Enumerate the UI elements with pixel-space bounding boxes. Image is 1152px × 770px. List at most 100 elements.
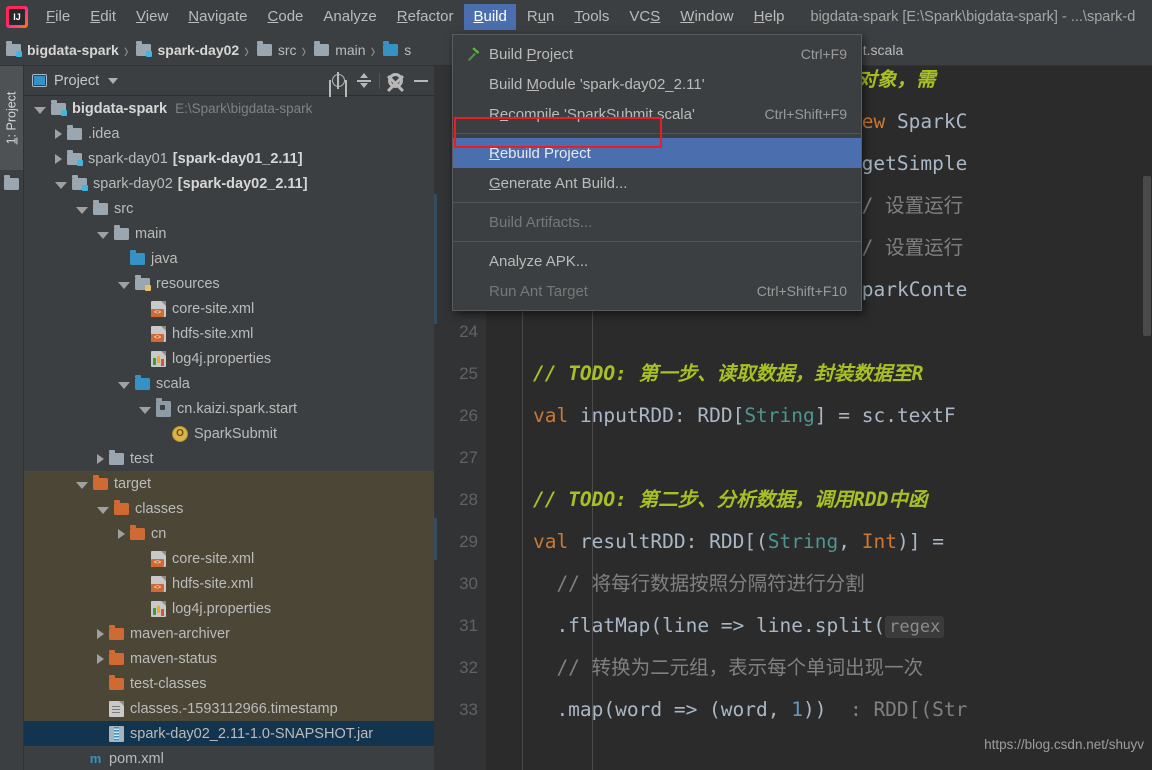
editor-scrollbar[interactable] <box>1141 66 1152 770</box>
collapse-arrow-icon[interactable] <box>97 453 104 464</box>
window-title: bigdata-spark [E:\Spark\bigdata-spark] -… <box>810 9 1136 25</box>
menu-analyze[interactable]: Analyze <box>314 4 385 30</box>
tree-node-bigdata-spark[interactable]: bigdata-spark E:\Spark\bigdata-spark <box>24 96 434 121</box>
line-number: 32 <box>459 658 478 677</box>
locate-target-icon[interactable] <box>325 66 351 95</box>
menu-item-analyze-apk[interactable]: Analyze APK... <box>453 246 861 276</box>
breadcrumb-separator-icon: › <box>244 37 249 62</box>
tree-node-classes[interactable]: classes <box>24 496 434 521</box>
breadcrumb-item-project[interactable]: bigdata-spark <box>0 40 122 58</box>
breadcrumb-separator-icon: › <box>301 37 307 62</box>
chevron-down-icon[interactable] <box>108 77 119 84</box>
menu-file[interactable]: File <box>37 4 79 30</box>
tree-node-core-site-xml[interactable]: core-site.xml <box>24 546 434 571</box>
tree-node-target[interactable]: target <box>24 471 434 496</box>
menu-item-shortcut: Ctrl+F9 <box>800 46 847 62</box>
tree-node-test-classes[interactable]: test-classes <box>24 671 434 696</box>
tree-node-spark-day01[interactable]: spark-day01 [spark-day01_2.11] <box>24 146 434 171</box>
code-line[interactable] <box>486 311 1152 353</box>
tree-node-resources[interactable]: resources <box>24 271 434 296</box>
project-tree[interactable]: bigdata-spark E:\Spark\bigdata-spark .idea… <box>24 96 434 770</box>
menu-code[interactable]: Code <box>259 4 313 30</box>
tree-node-hdfs-site-xml[interactable]: hdfs-site.xml <box>24 571 434 596</box>
tree-node-classes-1593112966-timestamp[interactable]: classes.-1593112966.timestamp <box>24 696 434 721</box>
tree-node-pom-xml[interactable]: m pom.xml <box>24 746 434 770</box>
collapse-arrow-icon[interactable] <box>97 653 104 664</box>
tree-node-log4j-properties[interactable]: log4j.properties <box>24 596 434 621</box>
code-line[interactable]: // TODO: 第一步、读取数据，封装数据至R <box>486 353 1152 395</box>
menu-build[interactable]: Build <box>464 4 516 30</box>
breadcrumb-item-src[interactable]: src <box>251 40 300 58</box>
gear-icon[interactable] <box>382 66 408 95</box>
tree-node-maven-status[interactable]: maven-status <box>24 646 434 671</box>
code-line[interactable]: // TODO: 第二步、分析数据，调用RDD中函 <box>486 479 1152 521</box>
tree-node-spark-day02[interactable]: spark-day02 [spark-day02_2.11] <box>24 171 434 196</box>
scrollbar-thumb[interactable] <box>1143 176 1151 336</box>
collapse-all-icon[interactable] <box>351 66 377 95</box>
code-line[interactable]: .flatMap(line => line.split(regex <box>486 605 1152 647</box>
expand-arrow-icon[interactable] <box>76 481 88 489</box>
collapse-arrow-icon[interactable] <box>118 528 125 539</box>
breadcrumb-label: main <box>335 41 366 58</box>
watermark-text: https://blog.csdn.net/shuyv <box>984 737 1144 752</box>
menu-item-build-module-spark-day02-2-11[interactable]: Build Module 'spark-day02_2.11' <box>453 69 861 99</box>
code-line[interactable]: val inputRDD: RDD[String] = sc.textF <box>486 395 1152 437</box>
expand-arrow-icon[interactable] <box>34 106 46 114</box>
menu-item-label: Analyze APK... <box>489 252 589 270</box>
breadcrumb-item-main[interactable]: main <box>308 40 368 58</box>
tree-node-log4j-properties[interactable]: log4j.properties <box>24 346 434 371</box>
menu-view[interactable]: View <box>127 4 177 30</box>
collapse-arrow-icon[interactable] <box>55 153 62 164</box>
code-line[interactable]: // 转换为二元组，表示每个单词出现一次 <box>486 647 1152 689</box>
tool-window-tab-project[interactable]: 1: Project <box>0 66 23 170</box>
code-token: String <box>767 530 839 553</box>
menu-tools[interactable]: Tools <box>565 4 618 30</box>
expand-arrow-icon[interactable] <box>55 181 67 189</box>
minimize-icon[interactable] <box>408 66 434 95</box>
tree-node-src[interactable]: src <box>24 196 434 221</box>
tree-node-sparksubmit[interactable]: SparkSubmit <box>24 421 434 446</box>
collapse-arrow-icon[interactable] <box>55 128 62 139</box>
expand-arrow-icon[interactable] <box>118 281 130 289</box>
menu-refactor[interactable]: Refactor <box>388 4 463 30</box>
menu-edit[interactable]: Edit <box>81 4 125 30</box>
expand-arrow-icon[interactable] <box>118 381 130 389</box>
tree-node-maven-archiver[interactable]: maven-archiver <box>24 621 434 646</box>
code-line[interactable]: // 将每行数据按照分隔符进行分割 <box>486 563 1152 605</box>
code-token: regex <box>885 616 945 638</box>
tree-node-cn[interactable]: cn <box>24 521 434 546</box>
tree-node-cn-kaizi-spark-start[interactable]: cn.kaizi.spark.start <box>24 396 434 421</box>
expand-arrow-icon[interactable] <box>97 506 109 514</box>
menu-item-recompile-sparksubmit-scala[interactable]: Recompile 'SparkSubmit.scala' Ctrl+Shift+… <box>453 99 861 129</box>
tree-node-idea[interactable]: .idea <box>24 121 434 146</box>
menu-help[interactable]: Help <box>745 4 794 30</box>
code-line[interactable] <box>486 437 1152 479</box>
expand-arrow-icon[interactable] <box>139 406 151 414</box>
folder-excluded-icon <box>109 624 124 640</box>
tree-node-module: [spark-day02_2.11] <box>177 175 308 192</box>
breadcrumb-item-module[interactable]: spark-day02 <box>130 40 242 58</box>
collapse-arrow-icon[interactable] <box>97 628 104 639</box>
menu-vcs[interactable]: VCS <box>620 4 669 30</box>
menu-navigate[interactable]: Navigate <box>179 4 256 30</box>
expand-arrow-icon[interactable] <box>76 206 88 214</box>
menu-run[interactable]: Run <box>518 4 564 30</box>
tree-node-main[interactable]: main <box>24 221 434 246</box>
menu-window[interactable]: Window <box>671 4 742 30</box>
code-line[interactable]: .map(word => (word, 1)) : RDD[(Str <box>486 689 1152 731</box>
code-line[interactable]: val resultRDD: RDD[(String, Int)] = <box>486 521 1152 563</box>
tree-node-spark-day02-2-11-1-0-snapshot-jar[interactable]: spark-day02_2.11-1.0-SNAPSHOT.jar <box>24 721 434 746</box>
breadcrumb-item-scala[interactable]: s <box>377 40 414 58</box>
folder-icon <box>4 175 19 190</box>
menu-item-rebuild-project[interactable]: Rebuild Project <box>453 138 861 168</box>
tree-node-test[interactable]: test <box>24 446 434 471</box>
tree-node-hdfs-site-xml[interactable]: hdfs-site.xml <box>24 321 434 346</box>
tree-node-java[interactable]: java <box>24 246 434 271</box>
menu-item-generate-ant-build[interactable]: Generate Ant Build... <box>453 168 861 198</box>
tree-node-core-site-xml[interactable]: core-site.xml <box>24 296 434 321</box>
tree-node-scala[interactable]: scala <box>24 371 434 396</box>
menu-item-build-project[interactable]: Build Project Ctrl+F9 <box>453 39 861 69</box>
folder-excluded-icon <box>130 524 145 540</box>
expand-arrow-icon[interactable] <box>97 231 109 239</box>
build-menu-popup[interactable]: Build Project Ctrl+F9 Build Module 'spark-… <box>452 34 862 311</box>
